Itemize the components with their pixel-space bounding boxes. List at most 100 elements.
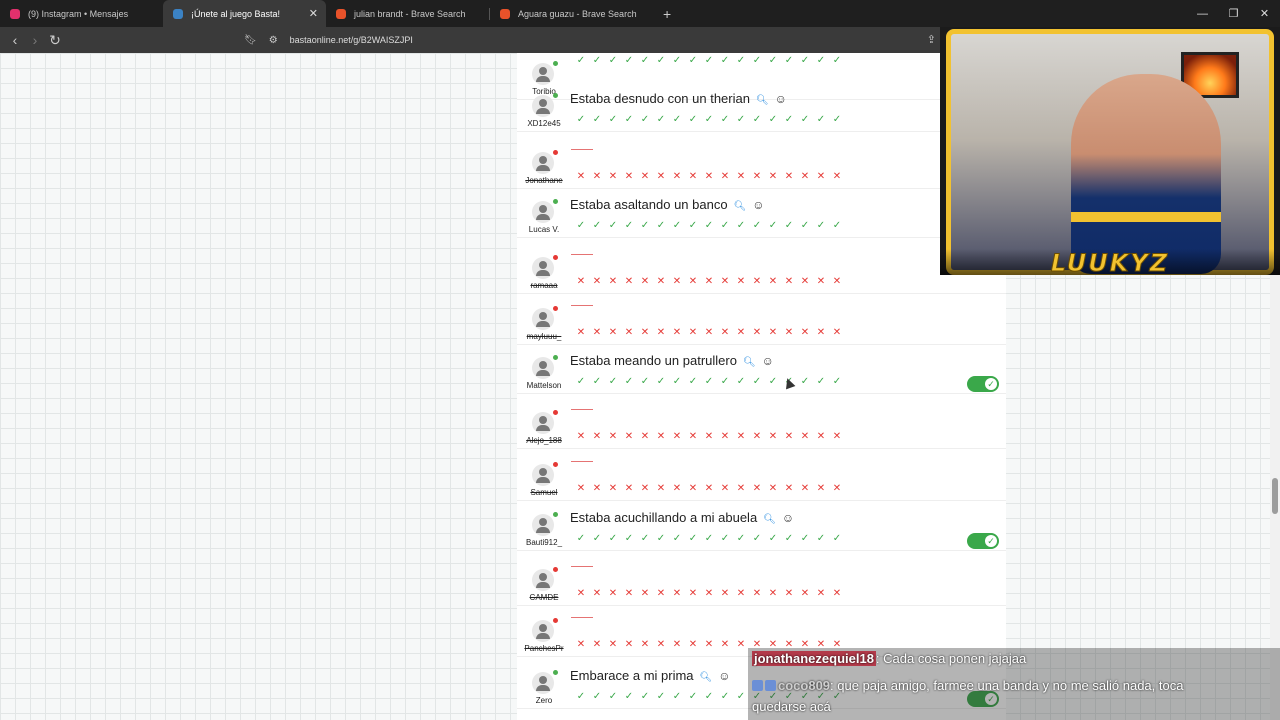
check-icon: ✓ [720,114,730,125]
check-icon: ✓ [576,55,586,66]
site-info-icon[interactable]: ⚙︎ [269,35,278,46]
offline-indicator [553,255,558,260]
cross-icon: ✕ [624,588,634,599]
check-icon: ✓ [736,220,746,231]
cross-icon: ✕ [656,639,666,650]
avatar-icon [532,201,554,223]
smiley-icon[interactable]: ☺ [762,354,774,368]
cross-icon: ✕ [608,276,618,287]
streamer-brand: LUUKYZ [940,249,1280,275]
cross-icon: ✕ [704,171,714,182]
check-icon: ✓ [752,376,762,387]
back-icon[interactable]: ‹ [5,32,25,48]
browser-tab[interactable]: julian brandt - Brave Search [326,0,489,27]
check-icon: ✓ [640,533,650,544]
check-icon: ✓ [640,691,650,702]
check-icon: ✓ [672,114,682,125]
cross-icon: ✕ [784,276,794,287]
cross-icon: ✕ [576,588,586,599]
check-icon: ✓ [656,220,666,231]
cross-icon: ✕ [736,276,746,287]
cross-icon: ✕ [720,327,730,338]
close-window-icon[interactable]: ✕ [1249,7,1280,20]
magnifier-icon[interactable]: 🔍︎ [756,95,769,106]
cross-icon: ✕ [720,276,730,287]
cross-icon: ✕ [816,171,826,182]
avatar-icon [532,152,554,174]
cross-icon: ✕ [688,276,698,287]
webcam-overlay: LUUKYZ [940,27,1280,275]
chat-message: jonathanezequiel18: Cada cosa ponen jaja… [752,651,1026,666]
avatar-icon [532,464,554,486]
check-icon: ✓ [688,114,698,125]
restore-icon[interactable]: ❐ [1218,7,1249,20]
cross-icon: ✕ [736,483,746,494]
browser-tab-bar: (9) Instagram • Mensajes ¡Únete al juego … [0,0,1280,27]
cross-icon: ✕ [576,327,586,338]
approve-toggle[interactable] [967,533,999,549]
check-icon: ✓ [656,376,666,387]
smiley-icon[interactable]: ☺ [752,198,764,212]
cross-icon: ✕ [672,327,682,338]
approve-toggle[interactable] [967,376,999,392]
reload-icon[interactable]: ↻ [45,32,65,49]
results-panel: Toribio ✓ ✓ ✓ ✓ ✓ ✓ ✓ ✓ ✓ ✓ ✓ ✓ ✓ ✓ ✓ ✓ ✓ XD12e45 Estaba de… [517,53,1006,720]
check-icon: ✓ [784,55,794,66]
cross-icon: ✕ [768,171,778,182]
smiley-icon[interactable]: ☺ [718,669,730,683]
share-icon[interactable]: ⇪ [927,33,936,46]
cross-icon: ✕ [816,431,826,442]
cross-icon: ✕ [576,276,586,287]
cross-icon: ✕ [688,639,698,650]
check-icon: ✓ [624,376,634,387]
smiley-icon[interactable]: ☺ [782,511,794,525]
cross-icon: ✕ [704,431,714,442]
answer-label: Estaba asaltando un banco [570,197,728,212]
url-field[interactable]: 🔖︎ ⚙︎ bastaonline.net/g/B2WAISZJPI [244,31,944,49]
browser-tab[interactable]: (9) Instagram • Mensajes [0,0,163,27]
new-tab-button[interactable]: + [663,6,671,22]
check-icon: ✓ [672,220,682,231]
forward-icon[interactable]: › [25,32,45,48]
cross-icon: ✕ [816,483,826,494]
scrollbar-thumb[interactable] [1272,478,1278,514]
check-icon: ✓ [736,533,746,544]
cross-icon: ✕ [608,588,618,599]
browser-tab[interactable]: Aguara guazu - Brave Search [490,0,653,27]
cross-icon: ✕ [640,276,650,287]
cross-icon: ✕ [752,276,762,287]
check-icon: ✓ [752,114,762,125]
check-icon: ✓ [608,533,618,544]
player-row: XD12e45 Estaba desnudo con un therian 🔍︎ ☺ ✓… [517,79,1006,132]
browser-tab[interactable]: ¡Únete al juego Basta! ✕ [163,0,326,27]
magnifier-icon[interactable]: 🔍︎ [763,514,776,525]
magnifier-icon[interactable]: 🔍︎ [734,201,747,212]
check-icon: ✓ [672,55,682,66]
close-tab-icon[interactable]: ✕ [309,7,318,20]
check-icon: ✓ [768,376,778,387]
player-row: Bauti912_ Estaba acuchillando a mi abuela… [517,498,1006,551]
check-icon: ✓ [624,220,634,231]
check-icon: ✓ [816,533,826,544]
player-row: Lucas V. Estaba asaltando un banco 🔍︎ ☺ ✓ ✓ ✓ ✓… [517,185,1006,238]
cross-icon: ✕ [608,431,618,442]
player-name: Lucas V. [528,225,560,234]
cross-icon: ✕ [704,639,714,650]
magnifier-icon[interactable]: 🔍︎ [700,672,713,683]
check-icon: ✓ [688,533,698,544]
smiley-icon[interactable]: ☺ [775,92,787,106]
cross-icon: ✕ [624,327,634,338]
offline-indicator [553,462,558,467]
cross-icon: ✕ [592,171,602,182]
check-icon: ✓ [768,55,778,66]
bookmark-icon[interactable]: 🔖︎ [244,35,257,46]
check-icon: ✓ [640,220,650,231]
cross-icon: ✕ [768,327,778,338]
check-icon: ✓ [688,376,698,387]
check-icon: ✓ [832,114,842,125]
minimize-icon[interactable]: — [1187,8,1218,20]
online-indicator [553,512,558,517]
check-icon: ✓ [768,533,778,544]
magnifier-icon[interactable]: 🔍︎ [743,357,756,368]
cross-icon: ✕ [640,639,650,650]
